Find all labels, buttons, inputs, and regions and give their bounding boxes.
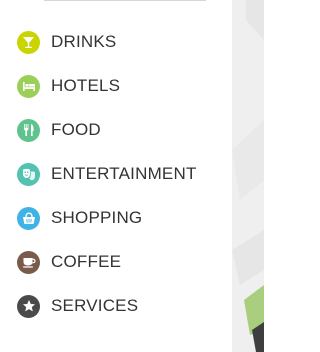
legend-label-shopping: SHOPPING	[51, 208, 143, 227]
bed-icon	[17, 74, 40, 98]
legend-item-coffee[interactable]: COFFEE	[17, 250, 197, 274]
legend-item-services[interactable]: SERVICES	[17, 294, 197, 318]
legend-label-coffee: COFFEE	[51, 252, 122, 271]
legend-item-food[interactable]: FOOD	[17, 118, 197, 142]
legend-label-drinks: DRINKS	[51, 32, 117, 51]
legend-label-hotels: HOTELS	[51, 76, 121, 95]
cocktail-glass-icon	[17, 30, 40, 54]
legend-item-entertainment[interactable]: ENTERTAINMENT	[17, 162, 197, 186]
legend-label-services: SERVICES	[51, 296, 139, 315]
fork-knife-icon	[17, 118, 40, 142]
legend-item-shopping[interactable]: SHOPPING	[17, 206, 197, 230]
legend-item-drinks[interactable]: DRINKS	[17, 30, 197, 54]
star-icon	[17, 294, 40, 318]
theater-masks-icon	[17, 162, 40, 186]
top-divider	[44, 0, 206, 1]
shopping-basket-icon	[17, 206, 40, 230]
legend-label-entertainment: ENTERTAINMENT	[51, 164, 197, 183]
coffee-cup-icon	[17, 250, 40, 274]
legend-label-food: FOOD	[51, 120, 101, 139]
legend-panel: DRINKS HOTELS FOOD ENTERTAINMENT SHOPPIN…	[0, 0, 240, 352]
legend-item-hotels[interactable]: HOTELS	[17, 74, 197, 98]
category-legend: DRINKS HOTELS FOOD ENTERTAINMENT SHOPPIN…	[17, 30, 197, 338]
